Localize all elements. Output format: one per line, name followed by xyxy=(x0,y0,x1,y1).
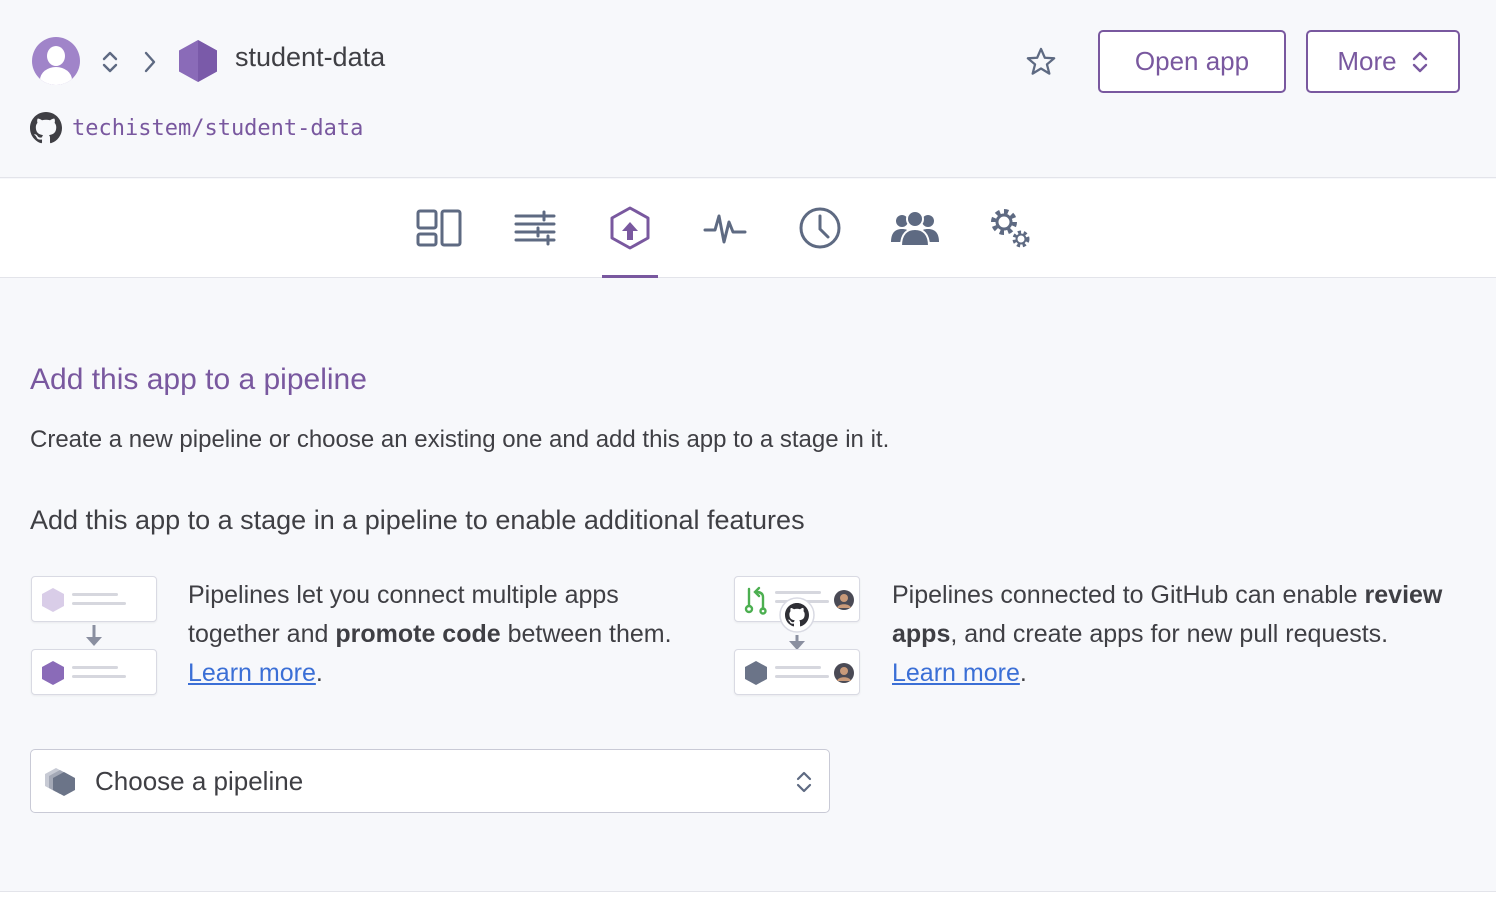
breadcrumb-chevron-right-icon xyxy=(144,51,156,73)
open-app-button[interactable]: Open app xyxy=(1098,30,1286,93)
account-switcher-icon[interactable] xyxy=(100,50,120,74)
tab-overview[interactable] xyxy=(399,179,479,277)
pipeline-stack-icon xyxy=(45,768,75,796)
author-avatar-icon xyxy=(834,590,854,610)
feature-promote-text-end: . xyxy=(315,659,323,687)
hexagon-app-icon xyxy=(42,661,64,685)
feature-promote-text-2: between them. xyxy=(500,620,672,648)
tab-access[interactable] xyxy=(875,179,955,277)
overview-icon xyxy=(416,209,462,247)
github-badge-icon xyxy=(779,597,815,633)
deploy-upload-icon xyxy=(610,206,650,250)
activity-clock-icon xyxy=(799,207,841,249)
star-favorite-icon[interactable] xyxy=(1024,45,1058,79)
open-app-button-label: Open app xyxy=(1134,46,1250,76)
review-app-illustration-bottom xyxy=(734,649,860,695)
tab-deploy[interactable] xyxy=(590,179,670,278)
tab-resources[interactable] xyxy=(495,179,575,277)
chevron-updown-icon xyxy=(1412,51,1427,72)
access-people-icon xyxy=(891,210,939,247)
page-description: Create a new pipeline or choose an exist… xyxy=(30,426,890,453)
feature-review-apps-text: Pipelines connected to GitHub can enable… xyxy=(892,576,1452,693)
hexagon-light-icon xyxy=(42,588,64,612)
choose-pipeline-label: Choose a pipeline xyxy=(95,765,304,796)
features-heading: Add this app to a stage in a pipeline to… xyxy=(30,505,805,535)
author-avatar-icon xyxy=(834,663,854,683)
feature-promote-bold: promote code xyxy=(335,620,501,648)
user-avatar-icon[interactable] xyxy=(32,37,80,85)
repo-link[interactable]: techistem/student-data xyxy=(72,116,363,141)
feature-review-text-2: , and create apps for new pull requests. xyxy=(950,620,1389,648)
tab-activity[interactable] xyxy=(780,179,860,277)
app-tab-bar xyxy=(0,179,1496,278)
more-button[interactable]: More xyxy=(1306,30,1460,93)
pipeline-stage-illustration-top xyxy=(31,576,157,622)
github-icon xyxy=(30,112,62,144)
learn-more-review-apps-link[interactable]: Learn more xyxy=(892,659,1020,687)
tab-metrics[interactable] xyxy=(685,179,765,277)
more-button-label: More xyxy=(1337,46,1397,76)
chevron-updown-icon xyxy=(796,771,812,793)
feature-promote-text: Pipelines let you connect multiple apps … xyxy=(188,576,708,693)
pull-request-icon xyxy=(744,586,767,615)
pipeline-stage-illustration-bottom xyxy=(31,649,157,695)
hexagon-app-icon xyxy=(179,40,217,82)
settings-gears-icon xyxy=(991,209,1030,248)
hexagon-gray-icon xyxy=(745,661,767,685)
footer-divider xyxy=(0,891,1496,908)
metrics-pulse-icon xyxy=(703,214,747,244)
choose-pipeline-select[interactable]: Choose a pipeline xyxy=(30,749,830,813)
tab-settings[interactable] xyxy=(970,179,1050,277)
learn-more-pipelines-link[interactable]: Learn more xyxy=(188,659,316,687)
feature-review-text-1: Pipelines connected to GitHub can enable xyxy=(892,581,1365,609)
app-name[interactable]: student-data xyxy=(235,42,385,73)
arrow-down-icon xyxy=(86,625,102,646)
app-header: student-data techistem/student-data Open… xyxy=(0,0,1496,178)
feature-review-text-end: . xyxy=(1019,659,1027,687)
resources-sliders-icon xyxy=(514,210,556,246)
deploy-content: Add this app to a pipeline Create a new … xyxy=(0,279,1496,891)
page-title: Add this app to a pipeline xyxy=(30,363,367,396)
